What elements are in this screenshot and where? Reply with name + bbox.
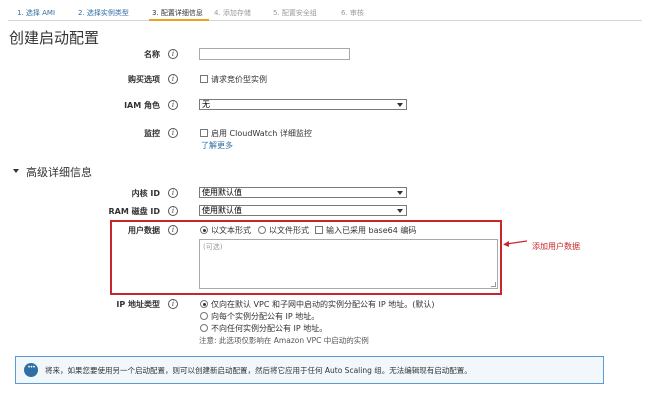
- ip-every-instance-label: 向每个实例分配公有 IP 地址。: [211, 312, 320, 321]
- detailed-monitoring-checkbox[interactable]: [200, 129, 208, 137]
- spot-instance-label: 请求竞价型实例: [211, 75, 267, 84]
- info-icon[interactable]: i: [168, 49, 178, 59]
- ramdisk-id-select[interactable]: 使用默认值: [199, 205, 407, 216]
- user-data-as-text-label: 以文本形式: [211, 226, 251, 235]
- ip-note: 注意: 此选项仅影响在 Amazon VPC 中启动的实例: [199, 336, 369, 345]
- detailed-monitoring-label: 启用 CloudWatch 详细监控: [211, 129, 312, 138]
- active-step-indicator: [149, 19, 209, 21]
- kernel-id-select[interactable]: 使用默认值: [199, 187, 407, 198]
- info-banner: 将来，如果您要使用另一个启动配置，则可以创建新启动配置，然后将它应用于任何 Au…: [15, 356, 604, 384]
- annotation-add-user-data: 添加用户数据: [532, 242, 580, 251]
- info-icon[interactable]: i: [168, 188, 178, 198]
- step-review[interactable]: 6. 审核: [341, 8, 364, 18]
- user-data-as-file-label: 以文件形式: [269, 226, 309, 235]
- spot-instance-checkbox[interactable]: [200, 75, 208, 83]
- user-data-as-file-radio[interactable]: [258, 226, 266, 234]
- page-title: 创建启动配置: [9, 29, 100, 47]
- monitoring-label: 监控: [144, 129, 160, 138]
- info-icon[interactable]: i: [168, 299, 178, 309]
- name-label: 名称: [144, 50, 160, 59]
- info-icon[interactable]: i: [168, 74, 178, 84]
- step-configure-details[interactable]: 3. 配置详细信息: [152, 8, 203, 18]
- kernel-id-value: 使用默认值: [202, 188, 242, 197]
- ip-address-type-label: IP 地址类型: [116, 300, 160, 309]
- banner-text: 将来，如果您要使用另一个启动配置，则可以创建新启动配置，然后将它应用于任何 Au…: [45, 366, 472, 375]
- info-icon[interactable]: i: [168, 225, 178, 235]
- ramdisk-id-value: 使用默认值: [202, 206, 242, 215]
- step-add-storage[interactable]: 4. 添加存储: [214, 8, 251, 18]
- ramdisk-id-label: RAM 磁盘 ID: [108, 207, 161, 216]
- purchase-option-label: 购买选项: [128, 75, 160, 84]
- wizard-steps: 1. 选择 AMI 2. 选择实例类型 3. 配置详细信息 4. 添加存储 5.…: [8, 5, 642, 21]
- info-icon[interactable]: i: [168, 100, 178, 110]
- caret-down-icon[interactable]: [13, 169, 19, 173]
- step-choose-ami[interactable]: 1. 选择 AMI: [17, 8, 55, 18]
- name-input[interactable]: [199, 48, 350, 60]
- ip-no-instance-label: 不向任何实例分配公有 IP 地址。: [211, 324, 328, 333]
- user-data-as-text-radio[interactable]: [200, 226, 208, 234]
- kernel-id-label: 内核 ID: [131, 189, 160, 198]
- info-icon[interactable]: i: [168, 128, 178, 138]
- advanced-details-toggle[interactable]: 高级详细信息: [26, 164, 92, 180]
- iam-role-select[interactable]: 无: [199, 99, 407, 110]
- base64-encoded-checkbox[interactable]: [315, 226, 323, 234]
- ip-default-vpc-label: 仅向在默认 VPC 和子网中启动的实例分配公有 IP 地址。(默认): [211, 300, 435, 309]
- user-data-placeholder: (可选): [203, 243, 223, 251]
- base64-encoded-label: 输入已采用 base64 编码: [326, 226, 417, 235]
- chevron-down-icon: [397, 209, 403, 213]
- learn-more-link[interactable]: 了解更多: [201, 140, 233, 151]
- resize-handle-icon[interactable]: [491, 282, 496, 287]
- chevron-down-icon: [397, 103, 403, 107]
- info-icon[interactable]: i: [168, 206, 178, 216]
- chat-bubble-icon: [24, 363, 38, 377]
- step-configure-security-group[interactable]: 5. 配置安全组: [273, 8, 317, 18]
- iam-role-value: 无: [202, 100, 210, 109]
- user-data-label: 用户数据: [128, 226, 160, 235]
- step-choose-instance-type[interactable]: 2. 选择实例类型: [78, 8, 129, 18]
- ip-default-vpc-radio[interactable]: [200, 300, 208, 308]
- user-data-textarea[interactable]: (可选): [199, 239, 498, 289]
- ip-every-instance-radio[interactable]: [200, 312, 208, 320]
- chevron-down-icon: [397, 191, 403, 195]
- annotation-arrow-icon: [503, 240, 527, 247]
- iam-role-label: IAM 角色: [124, 101, 160, 110]
- ip-no-instance-radio[interactable]: [200, 324, 208, 332]
